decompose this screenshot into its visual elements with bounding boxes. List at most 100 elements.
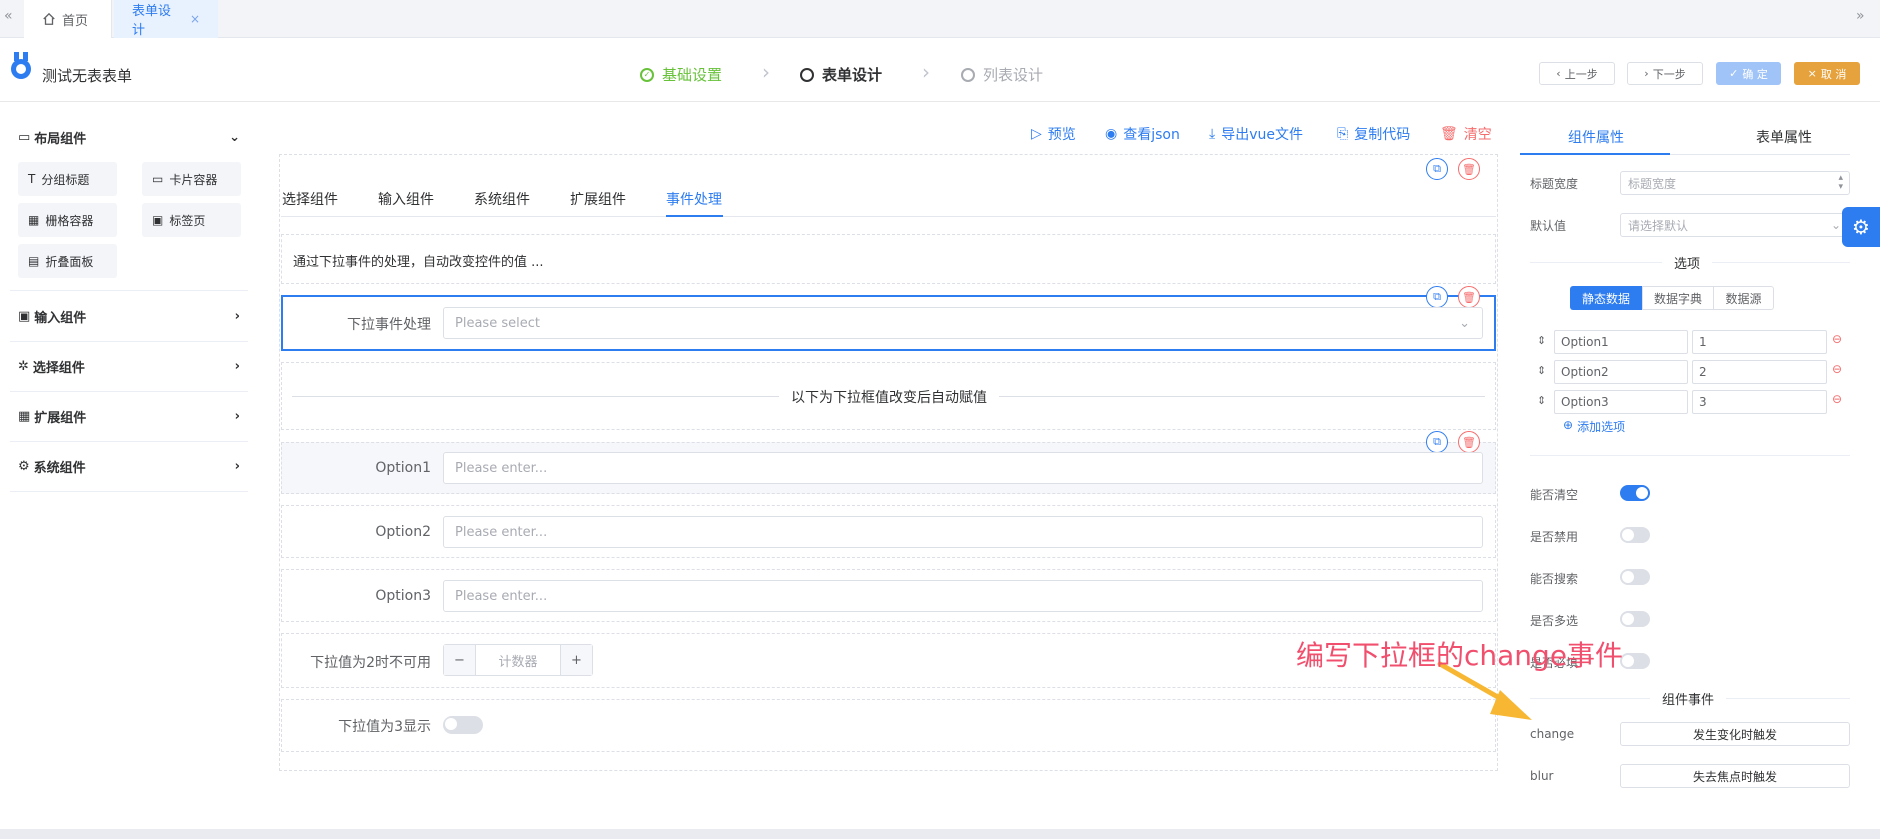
option3-input[interactable]: Please enter... bbox=[443, 580, 1483, 612]
annotation-text: 编写下拉框的change事件 bbox=[1296, 639, 1624, 672]
chip-label: 卡片容器 bbox=[169, 172, 218, 187]
select-label: 下拉事件处理 bbox=[347, 317, 431, 333]
group-select[interactable]: ✲ 选择组件 › bbox=[10, 342, 248, 392]
minus-button[interactable]: − bbox=[444, 645, 476, 675]
clear-button[interactable]: 🗑 清空 bbox=[1440, 124, 1492, 144]
event-name: blur bbox=[1530, 769, 1554, 783]
close-icon[interactable]: × bbox=[190, 12, 200, 26]
input-icon: ▣ bbox=[18, 309, 31, 324]
option-value-input[interactable]: 3 bbox=[1692, 390, 1827, 414]
select-field[interactable]: Please select ⌄ bbox=[443, 307, 1483, 339]
add-option-button[interactable]: ⊕ 添加选项 bbox=[1563, 418, 1625, 435]
number-stepper[interactable]: − 计数器 + bbox=[443, 644, 593, 676]
component-group-title[interactable]: T 分组标题 bbox=[18, 162, 117, 196]
trash-icon: 🗑 bbox=[1440, 126, 1458, 142]
static-data-tab[interactable]: 静态数据 bbox=[1570, 286, 1642, 310]
datasource-tab[interactable]: 数据源 bbox=[1714, 286, 1774, 310]
option-value-input[interactable]: 2 bbox=[1692, 360, 1827, 384]
canvas-tab-event[interactable]: 事件处理 bbox=[666, 189, 722, 209]
chip-label: 分组标题 bbox=[41, 172, 90, 187]
divider-row[interactable]: 以下为下拉框值改变后自动赋值 bbox=[281, 362, 1496, 430]
next-label: 下一步 bbox=[1652, 67, 1686, 81]
delete-icon[interactable]: 🗑 bbox=[1458, 431, 1480, 453]
option3-label: Option3 bbox=[375, 588, 431, 604]
copy-icon[interactable]: ⧉ bbox=[1426, 431, 1448, 453]
change-event-button[interactable]: 发生变化时触发 bbox=[1620, 722, 1850, 746]
component-collapse[interactable]: ▤ 折叠面板 bbox=[18, 244, 117, 278]
step-form-design[interactable]: 表单设计 bbox=[800, 64, 882, 85]
step-basic[interactable]: ✓ 基础设置 bbox=[640, 64, 722, 85]
canvas-tab-system[interactable]: 系统组件 bbox=[474, 189, 530, 209]
canvas-tab-select[interactable]: 选择组件 bbox=[282, 189, 338, 209]
default-select[interactable]: 请选择默认 ⌄ bbox=[1620, 213, 1850, 237]
scroll-right-icon[interactable]: » bbox=[1856, 8, 1865, 24]
group-extension[interactable]: ▦ 扩展组件 › bbox=[10, 392, 248, 442]
canvas-tab-extension[interactable]: 扩展组件 bbox=[570, 189, 626, 209]
confirm-button[interactable]: ✓ 确 定 bbox=[1716, 62, 1781, 85]
tab-form-props[interactable]: 表单属性 bbox=[1756, 127, 1812, 147]
spinner-icon[interactable]: ▴ ▾ bbox=[1838, 174, 1843, 192]
drag-handle-icon[interactable]: ⇕ bbox=[1537, 334, 1546, 347]
switch-label: 能否清空 bbox=[1530, 488, 1579, 502]
remove-icon[interactable]: ⊖ bbox=[1832, 392, 1842, 406]
grid-icon: ▦ bbox=[28, 213, 40, 227]
option-value-input[interactable]: 1 bbox=[1692, 330, 1827, 354]
component-card[interactable]: ▭ 卡片容器 bbox=[142, 162, 241, 196]
show-switch[interactable] bbox=[443, 716, 483, 734]
option1-input[interactable]: Please enter... bbox=[443, 452, 1483, 484]
blur-event-button[interactable]: 失去焦点时触发 bbox=[1620, 764, 1850, 788]
prev-button[interactable]: ‹ 上一步 bbox=[1539, 62, 1615, 85]
extension-icon: ▦ bbox=[18, 409, 31, 424]
divider bbox=[10, 290, 248, 291]
option2-input[interactable]: Please enter... bbox=[443, 516, 1483, 548]
remove-icon[interactable]: ⊖ bbox=[1832, 362, 1842, 376]
group-label: 系统组件 bbox=[33, 461, 86, 476]
title-width-input[interactable]: 标题宽度 ▴ ▾ bbox=[1620, 171, 1850, 195]
cancel-button[interactable]: × 取 消 bbox=[1794, 62, 1860, 85]
filterable-switch[interactable] bbox=[1620, 569, 1650, 585]
group-input[interactable]: ▣ 输入组件 › bbox=[10, 292, 248, 342]
next-button[interactable]: › 下一步 bbox=[1627, 62, 1703, 85]
step-list-design[interactable]: 列表设计 bbox=[961, 64, 1043, 85]
option-label-input[interactable]: Option2 bbox=[1554, 360, 1688, 384]
multiple-switch[interactable] bbox=[1620, 611, 1650, 627]
switch-label: 下拉值为3显示 bbox=[338, 719, 431, 735]
delete-icon[interactable]: 🗑 bbox=[1458, 158, 1480, 180]
option-label-input[interactable]: Option1 bbox=[1554, 330, 1688, 354]
gear-icon: ⚙ bbox=[18, 459, 30, 474]
drag-handle-icon[interactable]: ⇕ bbox=[1537, 394, 1546, 407]
canvas-tab-input[interactable]: 输入组件 bbox=[378, 189, 434, 209]
option-label-input[interactable]: Option3 bbox=[1554, 390, 1688, 414]
preview-label: 预览 bbox=[1047, 127, 1076, 143]
preview-button[interactable]: ▷ 预览 bbox=[1031, 124, 1076, 144]
tab-component-props[interactable]: 组件属性 bbox=[1568, 127, 1624, 147]
copy-icon[interactable]: ⧉ bbox=[1426, 158, 1448, 180]
clearable-switch[interactable] bbox=[1620, 485, 1650, 501]
drag-handle-icon[interactable]: ⇕ bbox=[1537, 364, 1546, 377]
description-row[interactable]: 通过下拉事件的处理，自动改变控件的值 ... bbox=[281, 234, 1496, 284]
chevron-right-icon: › bbox=[1644, 67, 1649, 80]
export-vue-button[interactable]: ⤓ 导出vue文件 bbox=[1209, 124, 1303, 144]
remove-icon[interactable]: ⊖ bbox=[1832, 332, 1842, 346]
required-switch[interactable] bbox=[1620, 653, 1650, 669]
copy-icon[interactable]: ⧉ bbox=[1426, 286, 1448, 308]
scroll-left-icon[interactable]: « bbox=[4, 8, 13, 24]
delete-icon[interactable]: 🗑 bbox=[1458, 286, 1480, 308]
tab-form-design[interactable]: 表单设计 × bbox=[114, 0, 218, 38]
switch-label: 能否搜索 bbox=[1530, 572, 1579, 586]
view-json-button[interactable]: ◉ 查看json bbox=[1105, 124, 1180, 144]
download-icon: ⤓ bbox=[1209, 126, 1216, 142]
component-tabs[interactable]: ▣ 标签页 bbox=[142, 203, 241, 237]
copy-code-button[interactable]: ⎘ 复制代码 bbox=[1337, 124, 1410, 144]
export-label: 导出vue文件 bbox=[1221, 127, 1303, 143]
settings-gear-icon[interactable]: ⚙ bbox=[1842, 207, 1880, 247]
tab-home[interactable]: 首页 bbox=[24, 0, 112, 38]
disabled-switch[interactable] bbox=[1620, 527, 1650, 543]
dictionary-tab[interactable]: 数据字典 bbox=[1642, 286, 1714, 310]
add-option-label: 添加选项 bbox=[1577, 420, 1626, 434]
group-layout[interactable]: ▭ 布局组件 ⌄ bbox=[10, 112, 248, 162]
component-grid[interactable]: ▦ 栅格容器 bbox=[18, 203, 117, 237]
chevron-right-icon: › bbox=[234, 359, 240, 374]
group-system[interactable]: ⚙ 系统组件 › bbox=[10, 442, 248, 492]
plus-button[interactable]: + bbox=[560, 645, 592, 675]
